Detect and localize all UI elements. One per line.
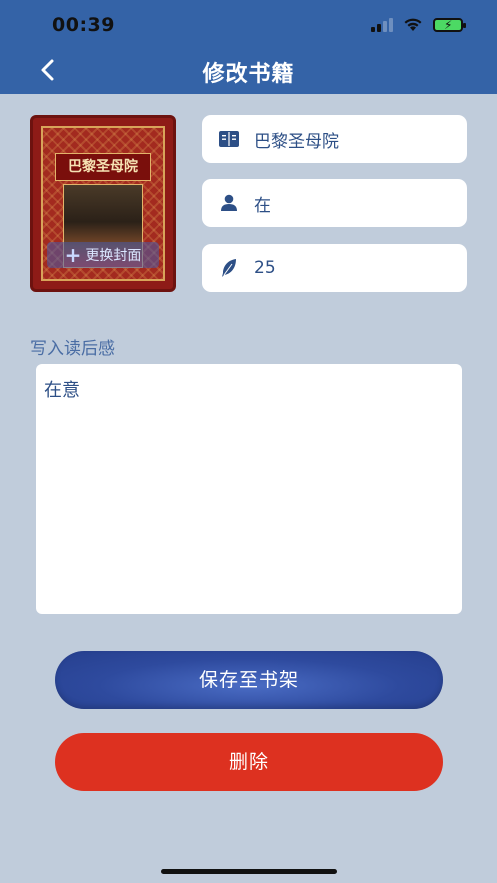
book-title-value: 巴黎圣母院 bbox=[254, 131, 339, 152]
book-cover-change-button[interactable]: 巴黎圣母院 + 更换封面 bbox=[30, 115, 176, 292]
review-textarea[interactable]: 在意 bbox=[36, 364, 462, 614]
book-title-field[interactable]: 巴黎圣母院 bbox=[202, 115, 467, 163]
author-field[interactable]: 在 bbox=[202, 179, 467, 227]
page-title: 修改书籍 bbox=[202, 62, 295, 87]
cover-title: 巴黎圣母院 bbox=[55, 153, 151, 181]
review-label: 写入读后感 bbox=[30, 339, 115, 359]
save-to-shelf-button[interactable]: 保存至书架 bbox=[55, 651, 443, 709]
person-icon bbox=[218, 192, 240, 214]
status-time: 00:39 bbox=[52, 14, 115, 36]
review-text: 在意 bbox=[44, 380, 80, 401]
change-cover-label: 更换封面 bbox=[85, 248, 142, 264]
book-icon bbox=[218, 128, 240, 150]
cellular-signal-icon bbox=[371, 17, 393, 32]
author-value: 在 bbox=[254, 195, 271, 216]
top-bar: 00:39 ⚡ 修改书籍 bbox=[0, 0, 497, 94]
home-indicator bbox=[161, 869, 337, 874]
pages-field[interactable]: 25 bbox=[202, 244, 467, 292]
delete-button[interactable]: 删除 bbox=[55, 733, 443, 791]
change-cover-overlay[interactable]: + 更换封面 bbox=[47, 242, 159, 268]
battery-charging-icon: ⚡ bbox=[433, 17, 466, 32]
feather-icon bbox=[218, 257, 240, 279]
plus-icon: + bbox=[64, 243, 82, 267]
wifi-icon bbox=[404, 18, 422, 31]
pages-value: 25 bbox=[254, 258, 276, 278]
status-icons: ⚡ bbox=[371, 17, 466, 32]
